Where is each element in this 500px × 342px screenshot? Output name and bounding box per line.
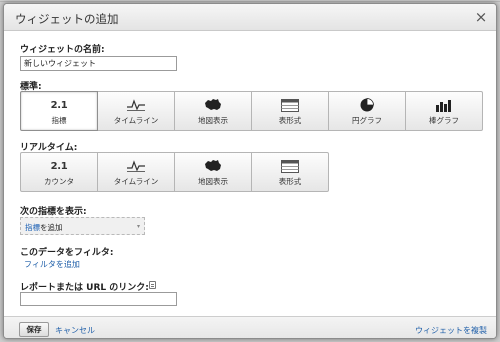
widget-name-label: ウィジェットの名前: — [20, 45, 105, 55]
metric-suffix: を追加 — [40, 223, 63, 232]
viz-label: 指標 — [51, 116, 67, 125]
counter-number-icon: 2.1 — [50, 160, 68, 172]
viz-label: 棒グラフ — [429, 116, 459, 125]
bar-chart-icon — [406, 98, 482, 112]
realtime-timeline-button[interactable]: タイムライン — [97, 152, 175, 192]
table-icon — [252, 159, 328, 173]
help-icon[interactable] — [149, 281, 156, 289]
dialog-footer: 保存 キャンセル ウィジェットを複製 — [4, 316, 496, 338]
standard-bar-chart-button[interactable]: 棒グラフ — [405, 91, 483, 131]
realtime-table-button[interactable]: 表形式 — [251, 152, 329, 192]
save-button[interactable]: 保存 — [19, 322, 49, 337]
metric-number-icon: 2.1 — [50, 99, 68, 111]
close-icon[interactable]: × — [473, 8, 489, 26]
cancel-link[interactable]: キャンセル — [55, 325, 95, 336]
add-metric-dropdown[interactable]: 指標を追加 ▾ — [20, 217, 145, 235]
table-icon — [252, 98, 328, 112]
viz-label: タイムライン — [113, 177, 159, 186]
standard-viz-options: 2.1 指標 タイムライン 地図表示 表形式 円グラフ 棒グラフ — [20, 91, 483, 131]
map-icon — [175, 159, 251, 173]
widget-name-input[interactable] — [20, 56, 177, 71]
viz-label: 表形式 — [278, 116, 302, 125]
dialog-title: ウィジェットの追加 — [15, 12, 119, 26]
viz-label: 地図表示 — [198, 116, 228, 125]
viz-label: 表形式 — [278, 177, 302, 186]
realtime-viz-options: 2.1 カウンタ タイムライン 地図表示 表形式 — [20, 152, 329, 192]
timeline-icon — [98, 98, 174, 112]
standard-timeline-button[interactable]: タイムライン — [97, 91, 175, 131]
metric-prefix: 指標 — [25, 223, 40, 232]
realtime-counter-button[interactable]: 2.1 カウンタ — [20, 152, 98, 192]
viz-label: 円グラフ — [352, 116, 382, 125]
standard-table-button[interactable]: 表形式 — [251, 91, 329, 131]
chevron-down-icon: ▾ — [136, 223, 140, 230]
clone-widget-link[interactable]: ウィジェットを複製 — [415, 325, 487, 336]
standard-map-button[interactable]: 地図表示 — [174, 91, 252, 131]
viz-label: タイムライン — [113, 116, 159, 125]
report-url-input[interactable] — [20, 292, 177, 306]
add-filter-link[interactable]: フィルタを追加 — [24, 259, 80, 270]
map-icon — [175, 98, 251, 112]
backdrop-line — [0, 1, 500, 2]
standard-metric-button[interactable]: 2.1 指標 — [20, 91, 98, 131]
add-widget-dialog: ウィジェットの追加 × ウィジェットの名前: 標準: 2.1 指標 タイムライン… — [3, 3, 497, 339]
timeline-icon — [98, 159, 174, 173]
dialog-titlebar: ウィジェットの追加 × — [4, 4, 496, 31]
viz-label: カウンタ — [44, 177, 74, 186]
viz-label: 地図表示 — [198, 177, 228, 186]
filter-label: このデータをフィルタ: — [20, 248, 114, 258]
standard-pie-chart-button[interactable]: 円グラフ — [328, 91, 406, 131]
realtime-map-button[interactable]: 地図表示 — [174, 152, 252, 192]
pie-chart-icon — [329, 98, 405, 112]
metric-display-label: 次の指標を表示: — [20, 207, 87, 217]
